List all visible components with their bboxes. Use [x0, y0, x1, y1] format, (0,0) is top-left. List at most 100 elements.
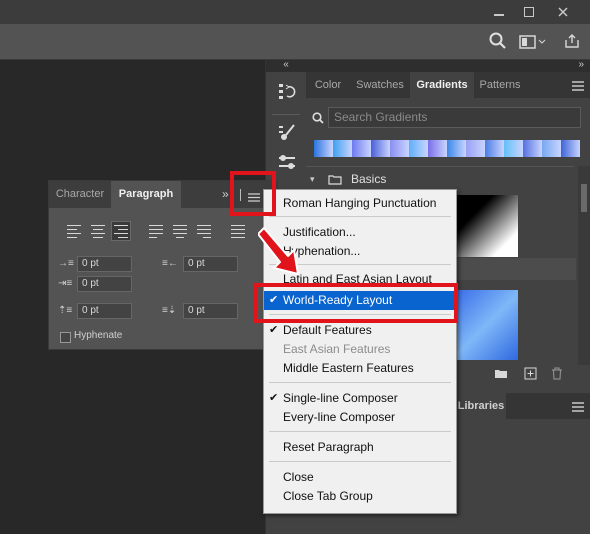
space-before-icon: ⇡≡ — [58, 305, 73, 316]
gradient-swatch[interactable] — [561, 140, 580, 157]
gradient-swatch[interactable] — [352, 140, 371, 157]
scrollbar[interactable] — [578, 166, 590, 366]
adjustments-icon[interactable] — [276, 152, 298, 174]
checkmark-icon: ✔ — [269, 392, 279, 404]
new-gradient-icon[interactable] — [524, 367, 537, 383]
title-bar — [0, 0, 590, 24]
tab-paragraph[interactable]: Paragraph — [111, 181, 181, 208]
panel-header: » — [306, 60, 590, 72]
menu-item-label: Reset Paragraph — [283, 440, 374, 454]
libraries-body — [456, 419, 590, 534]
menu-separator — [269, 431, 451, 432]
hyphenate-checkbox[interactable] — [60, 332, 71, 343]
gradient-swatch[interactable] — [428, 140, 447, 157]
gradient-swatch[interactable] — [390, 140, 409, 157]
collapse-icon[interactable]: « — [266, 60, 306, 72]
indent-right-field[interactable]: 0 pt — [183, 256, 238, 272]
chevron-down-icon[interactable]: ▾ — [310, 174, 315, 185]
menu-item-roman-hanging-punctuation[interactable]: Roman Hanging Punctuation — [264, 194, 456, 213]
tab-patterns[interactable]: Patterns — [474, 72, 526, 98]
lower-panel-menu-icon[interactable] — [572, 401, 584, 415]
menu-item-middle-eastern-features[interactable]: Middle Eastern Features — [264, 359, 456, 378]
menu-item-label: Close — [283, 470, 314, 484]
checkmark-icon: ✔ — [269, 324, 279, 336]
search-gradients-input[interactable]: Search Gradients — [328, 107, 581, 128]
tab-gradients[interactable]: Gradients — [410, 72, 474, 98]
new-group-icon[interactable] — [494, 368, 508, 382]
gradient-swatch[interactable] — [485, 140, 504, 157]
lower-tabs: Libraries — [456, 393, 590, 419]
gradient-swatch[interactable] — [504, 140, 523, 157]
gradient-swatch[interactable] — [333, 140, 352, 157]
panel-menu-icon[interactable] — [572, 80, 584, 94]
red-arrow-icon — [257, 222, 308, 281]
menu-item-single-line-composer[interactable]: ✔ Single-line Composer — [264, 389, 456, 408]
justify-last-left-icon[interactable] — [149, 225, 163, 239]
align-left-icon[interactable] — [67, 225, 81, 239]
menu-item-label: Default Features — [283, 323, 372, 337]
panel-footer — [456, 365, 590, 385]
gradient-swatch[interactable] — [371, 140, 390, 157]
share-icon[interactable] — [564, 33, 580, 52]
menu-item-close[interactable]: Close — [264, 468, 456, 487]
menu-item-label: Close Tab Group — [283, 489, 373, 503]
gradient-swatch[interactable] — [447, 140, 466, 157]
gradient-blue[interactable] — [456, 290, 518, 360]
justify-all-icon[interactable] — [231, 225, 245, 239]
justify-last-center-icon[interactable] — [173, 225, 187, 239]
indent-right-icon: ≡← — [162, 258, 178, 269]
hyphenate-label: Hyphenate — [74, 330, 123, 341]
scrollbar-thumb[interactable] — [581, 184, 587, 212]
space-before-field[interactable]: 0 pt — [77, 303, 132, 319]
close-window-button[interactable] — [548, 0, 578, 24]
panel-tabs: Color Swatches Gradients Patterns — [306, 72, 590, 98]
expand-icon[interactable]: » — [578, 60, 584, 70]
gradient-swatch[interactable] — [523, 140, 542, 157]
menu-item-default-features[interactable]: ✔ Default Features — [264, 321, 456, 340]
search-gradients-icon — [312, 112, 324, 127]
space-after-icon: ≡⇣ — [162, 305, 177, 316]
search-icon[interactable] — [489, 32, 507, 53]
indent-first-line-icon: ⇥≡ — [58, 278, 73, 289]
menu-item-label: East Asian Features — [283, 342, 391, 356]
indent-left-field[interactable]: 0 pt — [77, 256, 132, 272]
space-after-field[interactable]: 0 pt — [183, 303, 238, 319]
menu-button-highlight — [230, 171, 276, 216]
gradient-black-white[interactable] — [456, 195, 518, 257]
tab-character[interactable]: Character — [49, 181, 111, 208]
justify-last-right-icon[interactable] — [197, 225, 211, 239]
strip-divider — [272, 114, 300, 115]
workspace-icon[interactable] — [519, 35, 547, 52]
indent-first-line-field[interactable]: 0 pt — [77, 276, 132, 292]
align-center-icon[interactable] — [91, 225, 105, 239]
brush-settings-icon[interactable] — [276, 122, 298, 144]
menu-item-reset-paragraph[interactable]: Reset Paragraph — [264, 438, 456, 457]
history-icon[interactable] — [276, 82, 298, 104]
options-bar — [0, 24, 590, 60]
gradient-swatch[interactable] — [409, 140, 428, 157]
menu-item-label: Roman Hanging Punctuation — [283, 196, 437, 210]
divider — [306, 166, 574, 167]
tab-color[interactable]: Color — [306, 72, 350, 98]
minimize-button[interactable] — [484, 0, 514, 24]
restore-button[interactable] — [514, 0, 544, 24]
align-right-icon — [114, 225, 128, 239]
menu-item-every-line-composer[interactable]: Every-line Composer — [264, 408, 456, 427]
trash-icon[interactable] — [551, 367, 563, 383]
align-right-button[interactable] — [111, 221, 131, 241]
tab-libraries[interactable]: Libraries — [456, 393, 506, 419]
gradient-swatch[interactable] — [314, 140, 333, 157]
gradient-swatch[interactable] — [542, 140, 561, 157]
menu-item-label: Single-line Composer — [283, 391, 398, 405]
menu-item-label: Middle Eastern Features — [283, 361, 414, 375]
menu-separator — [269, 216, 451, 217]
gradient-row-highlight — [456, 258, 576, 280]
menu-separator — [269, 382, 451, 383]
tab-swatches[interactable]: Swatches — [350, 72, 410, 98]
menu-item-close-tab-group[interactable]: Close Tab Group — [264, 487, 456, 506]
gradient-swatch[interactable] — [466, 140, 485, 157]
indent-left-icon: →≡ — [58, 258, 74, 269]
collapse-panel-icon[interactable]: » — [222, 187, 229, 201]
menu-item-label: Every-line Composer — [283, 410, 396, 424]
group-label: Basics — [351, 172, 387, 186]
